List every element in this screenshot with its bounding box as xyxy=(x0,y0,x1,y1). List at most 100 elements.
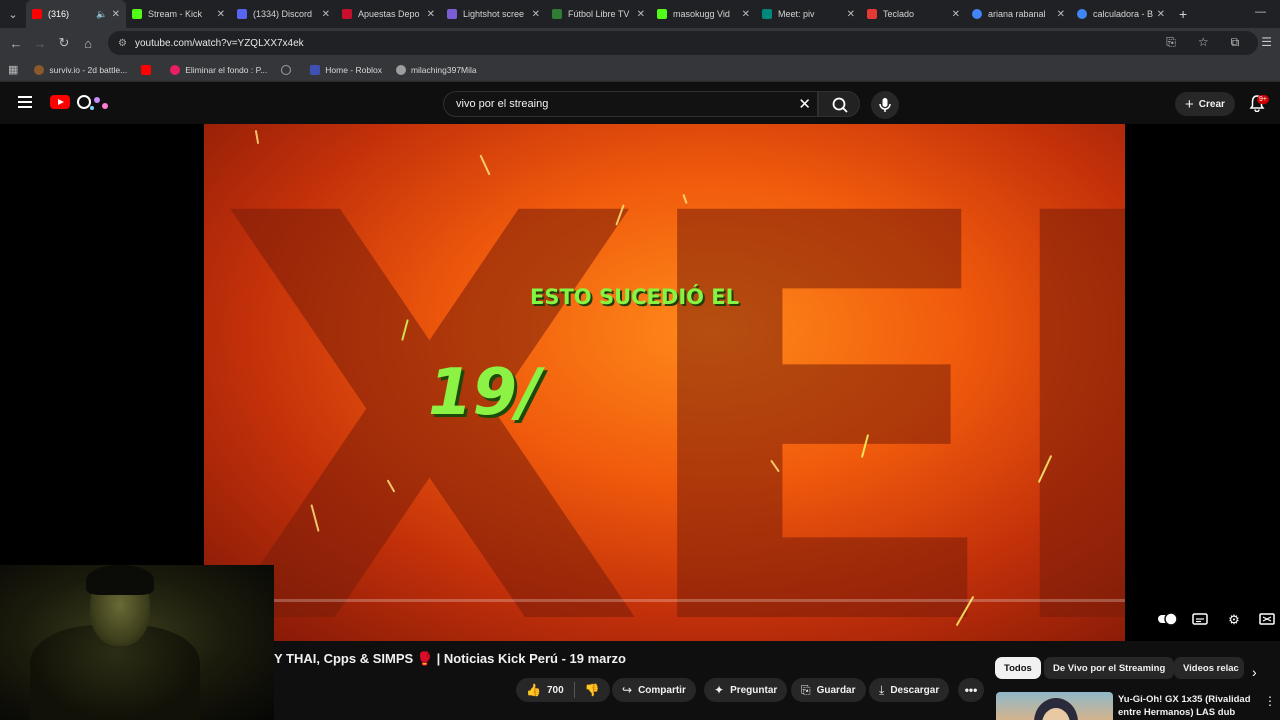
thumbs-down-icon[interactable]: 👎 xyxy=(585,683,600,697)
minimize-icon[interactable]: — xyxy=(1255,6,1266,18)
settings-gear-icon[interactable]: ⚙ xyxy=(1224,612,1244,630)
chip-label: Todos xyxy=(1004,662,1032,674)
extensions-icon[interactable]: ⧉ xyxy=(1231,35,1240,50)
more-actions-button[interactable]: ••• xyxy=(958,678,984,702)
miniplayer-icon[interactable] xyxy=(1257,612,1277,630)
recommended-thumbnail[interactable] xyxy=(996,692,1113,720)
voice-search-button[interactable] xyxy=(871,91,899,119)
close-tab-icon[interactable]: ✕ xyxy=(952,9,960,20)
new-tab-icon[interactable]: + xyxy=(1179,6,1187,22)
close-tab-icon[interactable]: ✕ xyxy=(217,9,225,20)
kick-favicon-icon xyxy=(657,9,667,19)
close-tab-icon[interactable]: ✕ xyxy=(1057,9,1065,20)
tab-kick-stream[interactable]: Stream - Kick ✕ xyxy=(126,0,231,28)
reading-list-icon[interactable]: ☰ xyxy=(1261,35,1272,50)
tab-title: Lightshot scree xyxy=(463,9,525,19)
futbol-favicon-icon xyxy=(552,9,562,19)
forward-icon[interactable]: → xyxy=(28,36,52,51)
youtube-logo-icon[interactable] xyxy=(50,95,70,109)
history-icon xyxy=(281,64,292,75)
tab-futbol-libre[interactable]: Fútbol Libre TV ✕ xyxy=(546,0,651,28)
close-tab-icon[interactable]: ✕ xyxy=(112,9,120,20)
speaker-icon[interactable]: 🔈 xyxy=(96,9,107,20)
plus-icon: + xyxy=(1185,95,1194,113)
close-tab-icon[interactable]: ✕ xyxy=(532,9,540,20)
tab-teclado[interactable]: Teclado ✕ xyxy=(861,0,966,28)
bookmark-youtube[interactable] xyxy=(141,64,156,75)
close-tab-icon[interactable]: ✕ xyxy=(742,9,750,20)
ask-label: Preguntar xyxy=(730,684,778,696)
create-button[interactable]: + Crear xyxy=(1175,92,1235,116)
streamer-hair xyxy=(86,565,154,595)
home-icon[interactable]: ⌂ xyxy=(76,36,100,51)
close-tab-icon[interactable]: ✕ xyxy=(1157,9,1165,20)
tab-google-calculadora[interactable]: calculadora - B ✕ xyxy=(1071,0,1171,28)
search-button[interactable] xyxy=(818,91,860,117)
reload-icon[interactable]: ↻ xyxy=(52,35,76,51)
bookmark-surviv[interactable]: surviv.io - 2d battle... xyxy=(34,64,128,75)
tab-title: Meet: piv xyxy=(778,9,815,19)
share-label: Compartir xyxy=(638,684,686,696)
download-icon: ⤓ xyxy=(879,682,885,697)
apps-grid-icon[interactable]: ▦ xyxy=(8,63,18,76)
autoplay-toggle-icon[interactable] xyxy=(1157,612,1178,630)
hamburger-menu-icon[interactable] xyxy=(18,96,32,108)
bookmark-star-icon[interactable]: ☆ xyxy=(1198,35,1209,50)
video-player[interactable]: XELS ESTO SUCEDIÓ EL 19/ xyxy=(204,124,1125,641)
like-count[interactable]: 700 xyxy=(547,685,564,696)
tab-google-ariana[interactable]: ariana rabanal ✕ xyxy=(966,0,1071,28)
more-vertical-icon[interactable]: ⋮ xyxy=(1264,694,1276,708)
close-tab-icon[interactable]: ✕ xyxy=(847,9,855,20)
bookmark-label: surviv.io - 2d battle... xyxy=(49,64,128,75)
bookmark-roblox[interactable]: Home - Roblox xyxy=(310,64,382,75)
close-tab-icon[interactable]: ✕ xyxy=(427,9,435,20)
clear-search-icon[interactable]: ✕ xyxy=(798,95,811,113)
remove-bg-icon xyxy=(170,64,181,75)
tab-kick-vid[interactable]: masokugg Vid ✕ xyxy=(651,0,756,28)
recommended-title[interactable]: Yu-Gi-Oh! GX 1x35 (Rivalidad entre Herma… xyxy=(1118,693,1258,719)
google-favicon-icon xyxy=(1077,9,1087,19)
share-button[interactable]: ↪ Compartir xyxy=(612,678,696,702)
doodle-icon[interactable] xyxy=(72,93,112,113)
close-tab-icon[interactable]: ✕ xyxy=(322,9,330,20)
tab-youtube[interactable]: (316) 🔈 ✕ xyxy=(26,0,126,28)
site-info-icon[interactable]: ⚙ xyxy=(118,38,127,49)
back-icon[interactable]: ← xyxy=(4,36,28,51)
search-value: vivo por el streaing xyxy=(456,98,549,110)
tab-meet[interactable]: Meet: piv ✕ xyxy=(756,0,861,28)
tab-discord[interactable]: (1334) Discord ✕ xyxy=(231,0,336,28)
search-input[interactable]: vivo por el streaing ✕ xyxy=(443,91,818,117)
tab-title: ariana rabanal xyxy=(988,9,1046,19)
close-tab-icon[interactable]: ✕ xyxy=(637,9,645,20)
ask-button[interactable]: ✦ Preguntar xyxy=(704,678,788,702)
chevron-right-icon[interactable]: › xyxy=(1252,664,1257,680)
microphone-icon xyxy=(879,98,891,112)
google-favicon-icon xyxy=(972,9,982,19)
bookmark-remove-bg[interactable]: Eliminar el fondo : P... xyxy=(170,64,267,75)
bookmark-history[interactable] xyxy=(281,64,296,75)
discord-favicon-icon xyxy=(237,9,247,19)
chip-todos[interactable]: Todos xyxy=(995,657,1041,679)
tab-lightshot[interactable]: Lightshot scree ✕ xyxy=(441,0,546,28)
url-field[interactable]: ⚙ youtube.com/watch?v=YZQLXX7x4ek xyxy=(108,31,1258,55)
tab-apuestas[interactable]: Apuestas Depo ✕ xyxy=(336,0,441,28)
address-bar-actions: ⎘ ☆ ⧉ ☰ xyxy=(1166,35,1272,50)
create-label: Crear xyxy=(1198,98,1225,110)
tab-search-icon[interactable]: ⌄ xyxy=(0,0,26,28)
chip-label: De Vivo por el Streaming xyxy=(1053,662,1166,674)
browser-tab-strip: ⌄ (316) 🔈 ✕ Stream - Kick ✕ (1334) Disco… xyxy=(0,0,1280,28)
bookmark-milaching[interactable]: milaching397Mila xyxy=(395,64,477,75)
meet-favicon-icon xyxy=(762,9,772,19)
install-app-icon[interactable]: ⎘ xyxy=(1166,35,1176,50)
chip-videos-relacionados[interactable]: Videos relac xyxy=(1174,657,1244,679)
video-progress-bar[interactable] xyxy=(274,599,1125,602)
save-button[interactable]: ⎘ Guardar xyxy=(791,678,866,702)
download-label: Descargar xyxy=(890,684,940,696)
tab-title: calculadora - B xyxy=(1093,9,1153,19)
youtube-header: vivo por el streaing ✕ + Crear xyxy=(0,83,1280,124)
thumbs-up-icon[interactable]: 👍 xyxy=(526,683,541,697)
download-button[interactable]: ⤓ Descargar xyxy=(869,678,950,702)
bookmark-icon: ⎘ xyxy=(801,682,811,697)
chip-de-vivo[interactable]: De Vivo por el Streaming xyxy=(1044,657,1175,679)
subtitles-icon[interactable] xyxy=(1190,612,1210,630)
